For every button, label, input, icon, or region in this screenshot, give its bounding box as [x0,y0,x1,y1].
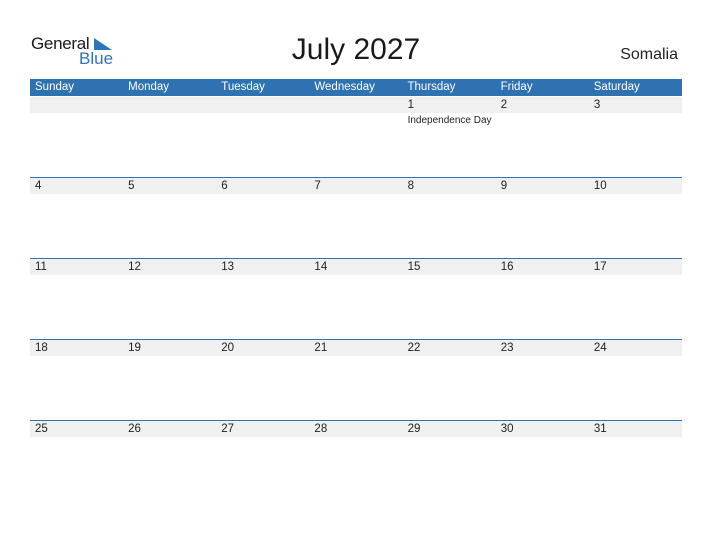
week-row: 1 Independence Day 2 3 [30,97,682,178]
day-number: 9 [500,180,508,192]
day-cell: 19 [123,340,216,421]
day-cell: 4 [30,178,123,259]
week-row: 25 26 27 28 29 30 31 [30,420,682,502]
day-number: 11 [35,261,47,273]
day-number: 31 [593,423,607,435]
day-number: 12 [128,261,141,273]
day-number: 3 [593,99,601,111]
day-cell: 13 [216,259,309,340]
day-number: 27 [221,423,235,435]
day-cell: 12 [123,259,216,340]
day-number: 6 [221,180,228,192]
week-row: 11 12 13 14 15 16 17 [30,258,682,340]
day-number: 30 [500,423,514,435]
day-cell: 10 [589,178,682,259]
day-cell: 2 [496,97,589,178]
day-cell: 28 [309,421,402,502]
day-number: 19 [128,342,141,354]
weekday-sunday: Sunday [35,81,75,93]
weekday-saturday: Saturday [593,81,640,93]
weekday-wednesday: Wednesday [314,81,375,93]
day-cell: 24 [589,340,682,421]
day-cell: 8 [403,178,496,259]
day-number: 22 [407,342,421,354]
weekday-tuesday: Tuesday [221,81,265,93]
day-number: 29 [407,423,421,435]
week-row: 4 5 6 7 8 9 10 [30,177,682,259]
day-cell: 21 [309,340,402,421]
day-cell: 6 [216,178,309,259]
day-number: 14 [314,261,328,273]
day-number: 10 [593,180,607,192]
day-number: 25 [35,423,48,435]
day-number: 17 [593,261,607,273]
day-number: 7 [314,180,321,192]
day-number: 28 [314,423,328,435]
day-number: 23 [500,342,514,354]
day-cell: 25 [30,421,123,502]
day-number: 26 [128,423,141,435]
day-number: 13 [221,261,235,273]
day-cell: 18 [30,340,123,421]
day-number: 5 [128,180,135,192]
day-cell: 27 [216,421,309,502]
day-cell: 7 [309,178,402,259]
day-cell: 17 [589,259,682,340]
day-cell [30,97,123,178]
day-cell: 14 [309,259,402,340]
day-number: 15 [407,261,421,273]
day-cell: 20 [216,340,309,421]
day-number: 1 [407,99,414,111]
day-cell: 9 [496,178,589,259]
day-number: 4 [35,180,42,192]
day-cell: 22 [403,340,496,421]
day-cell: 30 [496,421,589,502]
weekday-friday: Friday [500,81,533,93]
day-number: 18 [35,342,48,354]
week-row: 18 19 20 21 22 23 24 [30,339,682,421]
day-cell [216,97,309,178]
weekday-monday: Monday [128,81,170,93]
weekday-thursday: Thursday [407,81,456,93]
day-cell: 16 [496,259,589,340]
day-cell: 26 [123,421,216,502]
day-number: 2 [500,99,508,111]
day-number: 8 [407,180,414,192]
day-cell: 1 Independence Day [403,97,496,178]
day-cell: 15 [403,259,496,340]
day-number: 24 [593,342,607,354]
day-number: 20 [221,342,235,354]
calendar-title: July 2027 [291,33,421,66]
day-cell: 23 [496,340,589,421]
day-cell [309,97,402,178]
country-label: Somalia [620,46,678,63]
day-number: 16 [500,261,514,273]
day-cell [123,97,216,178]
day-cell: 11 [30,259,123,340]
day-cell: 5 [123,178,216,259]
weekday-header: Sunday Monday Tuesday Wednesday Thursday… [30,79,682,96]
day-cell: 31 [589,421,682,502]
day-cell: 29 [403,421,496,502]
holiday-label: Independence Day [407,115,492,126]
day-number: 21 [314,342,328,354]
day-cell: 3 [589,97,682,178]
